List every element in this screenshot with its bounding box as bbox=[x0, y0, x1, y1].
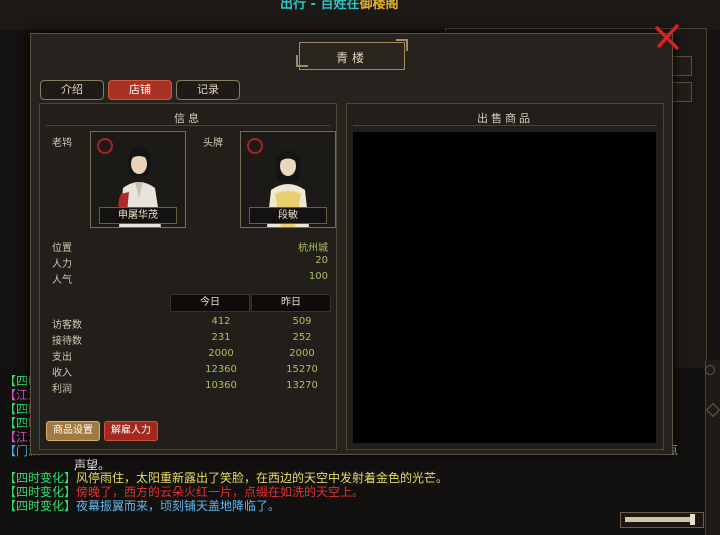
right-strip bbox=[705, 360, 720, 535]
goods-list[interactable] bbox=[353, 132, 656, 443]
headliner-portrait[interactable]: 段敏 bbox=[240, 131, 336, 228]
slider-handle[interactable] bbox=[690, 514, 695, 525]
header-place: 百姓在 bbox=[320, 0, 360, 12]
stat-label: 人力 bbox=[52, 259, 72, 270]
background-field[interactable] bbox=[672, 56, 692, 76]
stat-value: 20 bbox=[315, 255, 328, 266]
location-header: 出行 - 百姓在御楼阁 bbox=[280, 0, 398, 12]
chat-line: 【四时变化】傍晚了，西方的云朵火红一片，点缀在如洗的天空上。 bbox=[4, 485, 364, 499]
yesterday-value: 252 bbox=[292, 332, 312, 343]
column-header-today: 今日 bbox=[170, 294, 250, 312]
stat-row: 人气 100 bbox=[52, 271, 332, 286]
goods-settings-button[interactable]: 商品设置 bbox=[46, 421, 100, 441]
tab-records[interactable]: 记录 bbox=[176, 80, 240, 100]
row-label: 访客数 bbox=[52, 320, 82, 331]
madam-portrait[interactable]: 申屠华茂 bbox=[90, 131, 186, 228]
slider-fill bbox=[625, 517, 693, 522]
yesterday-value: 15270 bbox=[286, 364, 318, 375]
column-header-yesterday: 昨日 bbox=[251, 294, 331, 312]
goods-panel-title: 出售商品 bbox=[477, 112, 533, 125]
stat-value: 100 bbox=[308, 271, 328, 282]
chat-tag: 【四时变化】 bbox=[4, 471, 77, 485]
chat-tag: 【四时变化】 bbox=[4, 499, 77, 513]
stat-label: 位置 bbox=[52, 243, 72, 254]
yesterday-value: 13270 bbox=[286, 380, 318, 391]
row-label: 收入 bbox=[52, 368, 72, 379]
chat-line: 【四时变化】夜幕振翼而来，顷刻铺天盖地降临了。 bbox=[4, 499, 280, 513]
today-value: 231 bbox=[211, 332, 231, 343]
goods-panel: 出售商品 bbox=[346, 103, 664, 450]
table-row: 利润 10360 13270 bbox=[52, 380, 332, 395]
madam-name: 申屠华茂 bbox=[99, 207, 177, 224]
stat-row: 人力 20 bbox=[52, 255, 332, 270]
today-value: 2000 bbox=[208, 348, 234, 359]
dismiss-staff-button[interactable]: 解雇人力 bbox=[104, 421, 158, 441]
yesterday-value: 509 bbox=[292, 316, 312, 327]
chat-line: 【四时变化】风停雨住，太阳重新露出了笑脸，在西边的天空中发射着金色的光芒。 bbox=[4, 471, 448, 485]
headliner-label: 头牌 bbox=[203, 138, 223, 149]
chat-tag: 【四时变化】 bbox=[4, 485, 77, 499]
row-label: 支出 bbox=[52, 352, 72, 363]
stat-value: 杭州城 bbox=[298, 243, 328, 254]
brothel-dialog: 青楼 介绍 店铺 记录 信息 老鸨 申屠华茂 头牌 段敏 位置 杭州城 人力 2… bbox=[30, 24, 679, 455]
stat-label: 人气 bbox=[52, 275, 72, 286]
chat-text: 风停雨住，太阳重新露出了笑脸，在西边的天空中发射着金色的光芒。 bbox=[76, 471, 449, 485]
close-icon[interactable] bbox=[653, 22, 683, 52]
chat-text: 傍晚了，西方的云朵火红一片，点缀在如洗的天空上。 bbox=[76, 485, 365, 499]
table-row: 收入 12360 15270 bbox=[52, 364, 332, 379]
yesterday-value: 2000 bbox=[289, 348, 315, 359]
tab-intro[interactable]: 介绍 bbox=[40, 80, 104, 100]
volume-slider[interactable] bbox=[620, 512, 704, 528]
stat-row: 位置 杭州城 bbox=[52, 239, 332, 254]
header-prefix: 出行 - bbox=[280, 0, 316, 12]
today-value: 12360 bbox=[205, 364, 237, 375]
status-ring-icon bbox=[247, 138, 263, 154]
today-value: 412 bbox=[211, 316, 231, 327]
circle-ornament-icon bbox=[705, 365, 715, 375]
table-row: 支出 2000 2000 bbox=[52, 348, 332, 363]
divider bbox=[46, 125, 330, 126]
status-ring-icon bbox=[97, 138, 113, 154]
chat-line: 声望。 bbox=[74, 458, 111, 472]
chat-text: 夜幕振翼而来，顷刻铺天盖地降临了。 bbox=[76, 499, 281, 513]
info-panel-title: 信息 bbox=[174, 112, 202, 125]
tab-shop[interactable]: 店铺 bbox=[108, 80, 172, 100]
info-panel: 信息 老鸨 申屠华茂 头牌 段敏 位置 杭州城 人力 20 人气 100 今日 … bbox=[39, 103, 337, 450]
headliner-name: 段敏 bbox=[249, 207, 327, 224]
madam-label: 老鸨 bbox=[52, 138, 72, 149]
table-row: 接待数 231 252 bbox=[52, 332, 332, 347]
dialog-title-plate: 青楼 bbox=[296, 39, 408, 70]
row-label: 接待数 bbox=[52, 336, 82, 347]
today-value: 10360 bbox=[205, 380, 237, 391]
table-row: 访客数 412 509 bbox=[52, 316, 332, 331]
divider bbox=[353, 125, 657, 126]
dialog-title: 青楼 bbox=[335, 51, 368, 65]
header-building: 御楼阁 bbox=[359, 0, 399, 12]
row-label: 利润 bbox=[52, 384, 72, 395]
background-field[interactable] bbox=[672, 82, 692, 102]
